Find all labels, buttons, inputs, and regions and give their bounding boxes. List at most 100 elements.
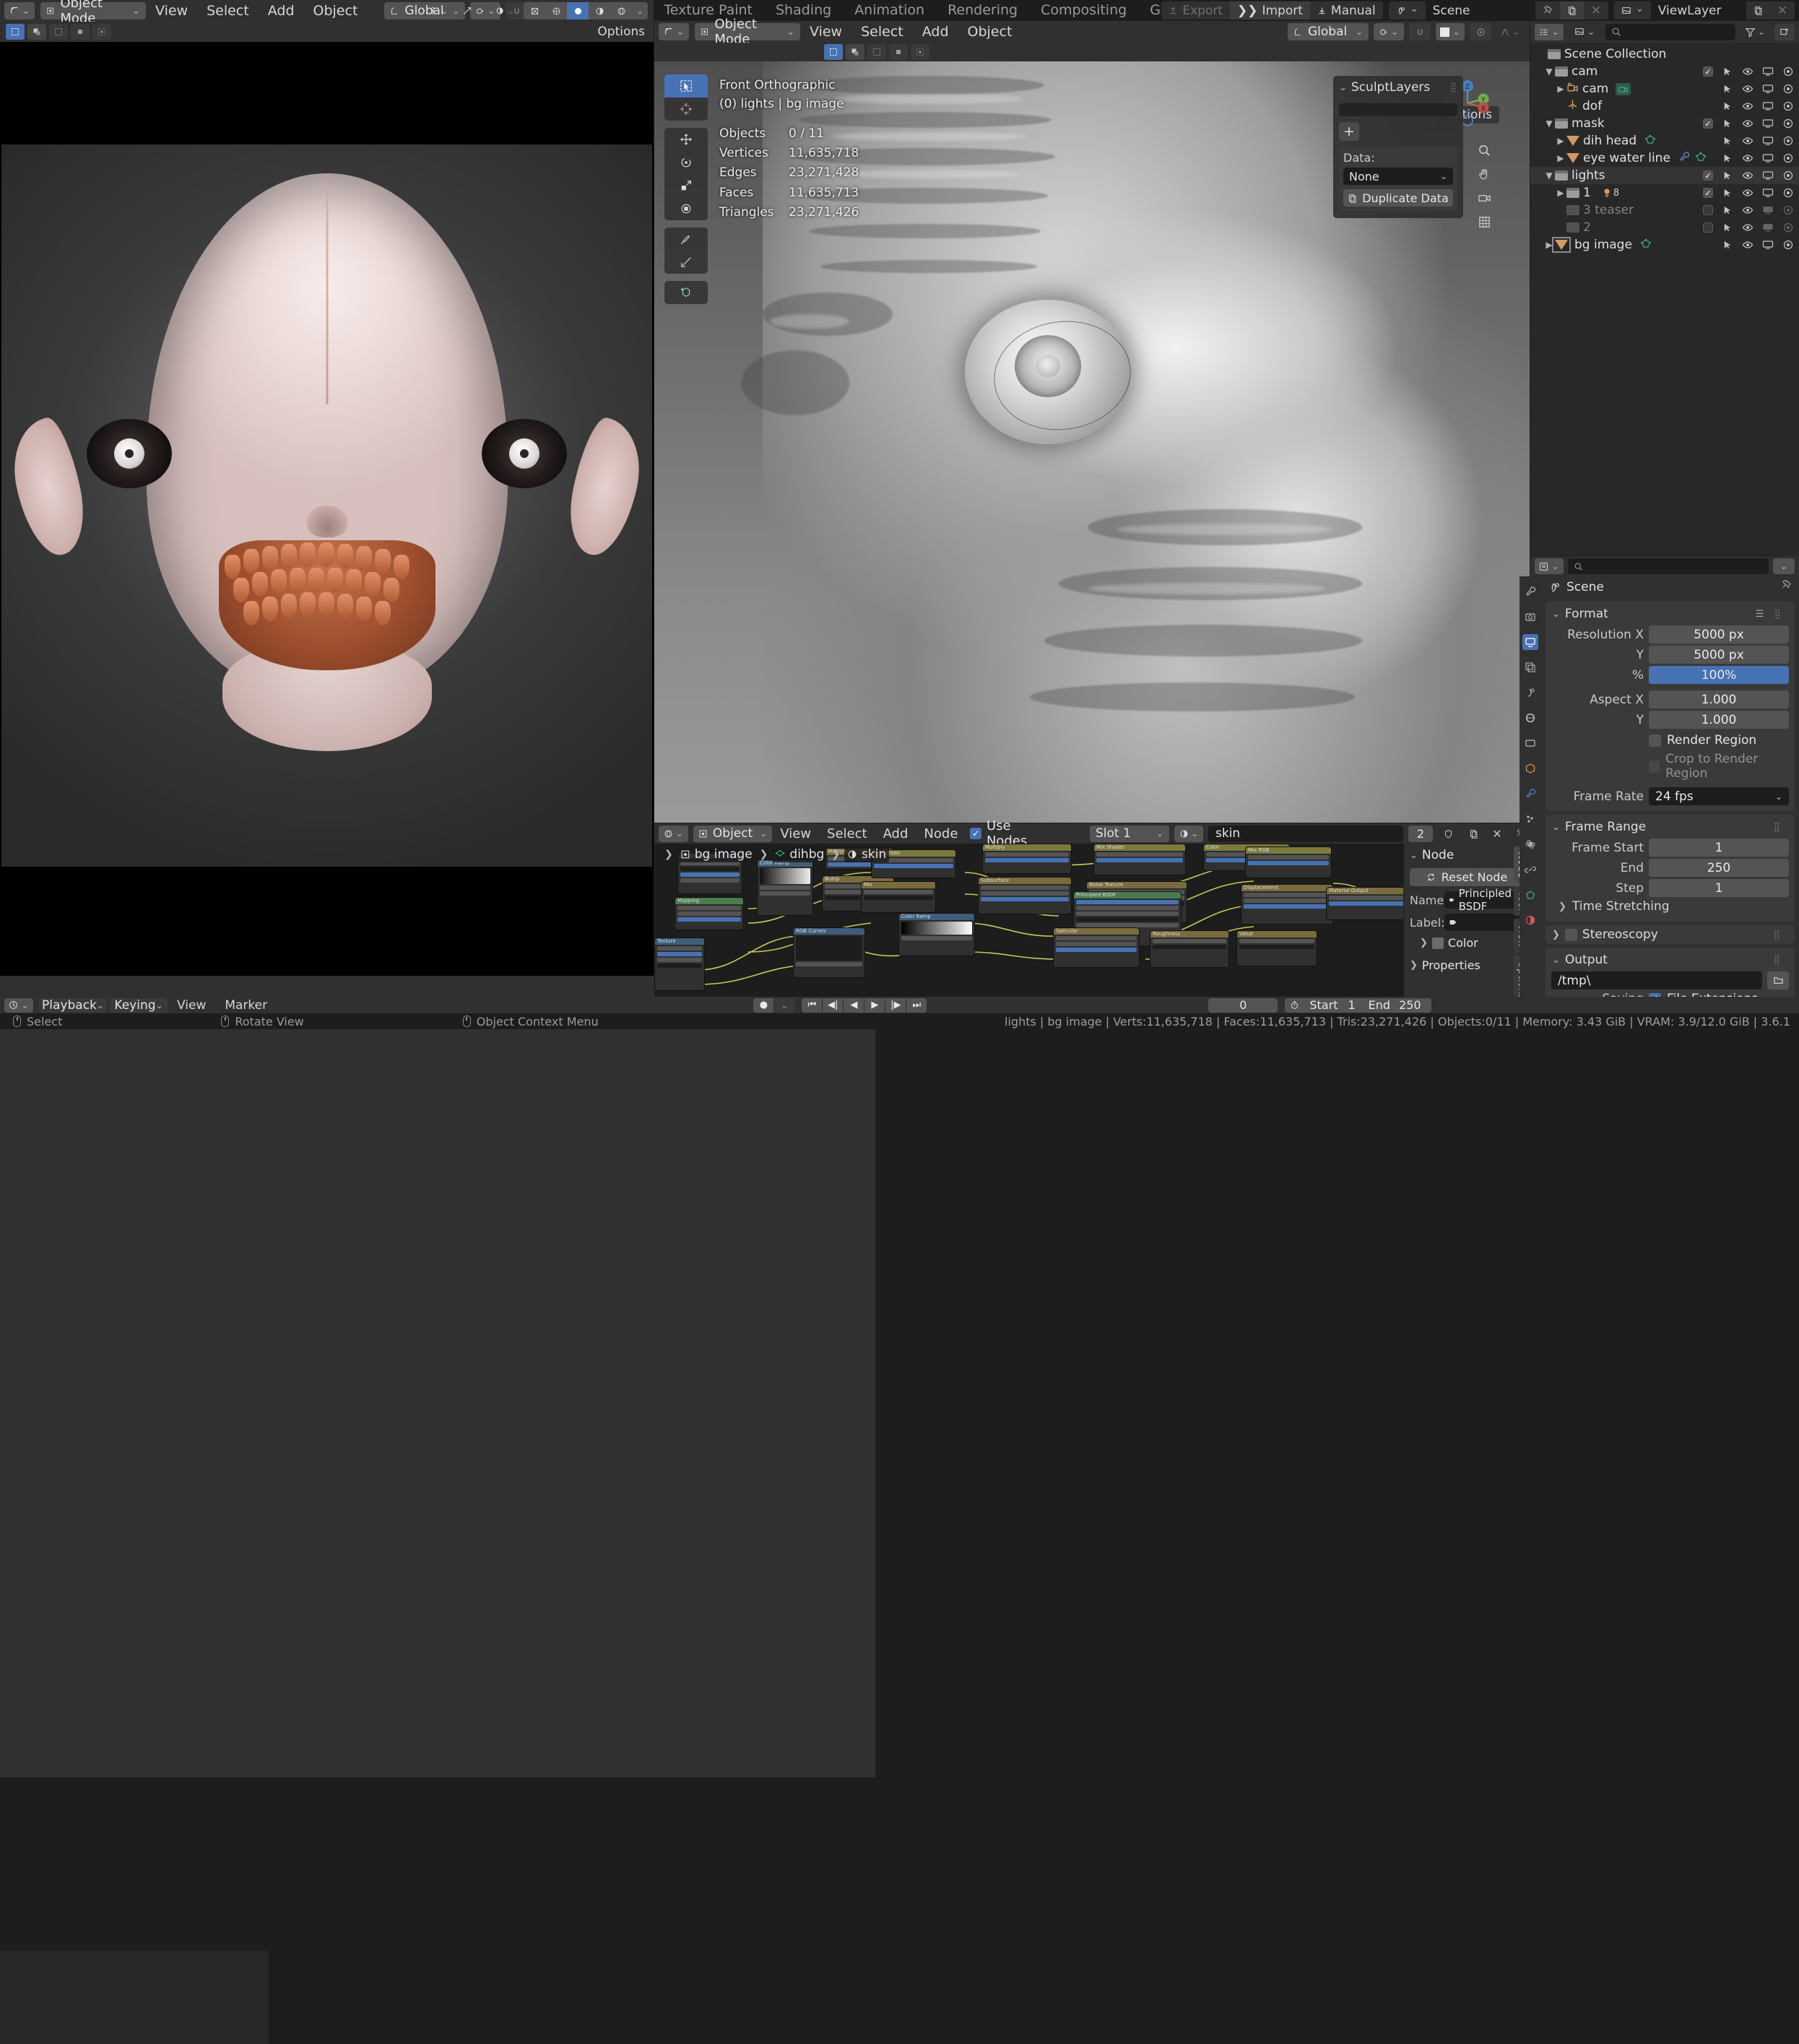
outliner-filter-icon[interactable]: ⌄ — [1740, 24, 1770, 40]
viewport-select-box-mode[interactable] — [824, 44, 843, 60]
checkbox-exclude[interactable]: ✓ — [1703, 170, 1713, 181]
shader-menu-add[interactable]: Add — [875, 826, 916, 841]
outliner-row-dih-head[interactable]: ▶ dih head — [1530, 132, 1799, 150]
frame-range-panel-title-row[interactable]: ⌄ Frame Range ⣿ — [1546, 818, 1795, 836]
viewport-select-subtract-mode[interactable] — [867, 44, 886, 60]
time-stretching-row[interactable]: ❯ Time Stretching — [1546, 897, 1795, 916]
viewport-pivot-selector[interactable]: ⌄ — [1374, 23, 1404, 40]
disable-in-viewport-icon[interactable] — [1761, 152, 1774, 165]
selectable-cursor-icon[interactable] — [1721, 135, 1733, 147]
hide-in-viewport-eye-icon[interactable] — [1741, 222, 1754, 234]
selectable-cursor-icon[interactable] — [1721, 152, 1733, 165]
properties-options-button[interactable]: ⌄ — [1773, 558, 1795, 574]
outliner-row-scene-collection[interactable]: Scene Collection — [1530, 46, 1799, 63]
start-frame-value[interactable]: 1 — [1348, 998, 1368, 1012]
pin-properties-icon[interactable] — [1781, 580, 1792, 594]
disable-in-viewport-icon[interactable] — [1761, 187, 1774, 199]
camera-view-icon[interactable] — [1476, 190, 1492, 206]
hide-in-viewport-eye-icon[interactable] — [1741, 187, 1754, 199]
shader-node[interactable]: Texture — [654, 937, 705, 991]
camera-data-icon[interactable] — [1616, 83, 1631, 95]
disable-in-viewport-icon[interactable] — [1761, 83, 1774, 95]
timeline-menu-view[interactable]: View — [168, 998, 215, 1013]
shading-wireframe[interactable] — [524, 2, 545, 20]
ptab-particles-icon[interactable] — [1522, 811, 1538, 827]
breadcrumb-material-name[interactable]: skin — [862, 847, 886, 862]
frame-end-value[interactable]: 250 — [1649, 859, 1789, 877]
viewport-editor-type-button[interactable]: ⌄ — [659, 23, 689, 40]
jump-to-next-keyframe-button[interactable]: |▶ — [885, 998, 906, 1013]
format-panel-title-row[interactable]: ⌄ Format ☰ ⣿ — [1546, 605, 1795, 623]
outliner-new-collection-icon[interactable] — [1774, 24, 1795, 40]
checkbox-exclude[interactable]: ✓ — [1703, 66, 1713, 77]
disable-in-renders-icon[interactable] — [1782, 222, 1794, 234]
reset-node-button[interactable]: Reset Node — [1410, 868, 1524, 886]
left-menu-add[interactable]: Add — [259, 3, 304, 19]
frame-rate-value-dropdown[interactable]: 24 fps ⌄ — [1649, 787, 1789, 805]
format-presets-icon[interactable]: ☰ — [1756, 609, 1764, 620]
disable-in-viewport-icon[interactable] — [1761, 222, 1774, 234]
tool-scale[interactable] — [664, 174, 708, 197]
selectable-cursor-icon[interactable] — [1721, 83, 1733, 95]
left-menu-select[interactable]: Select — [197, 3, 259, 19]
shader-node[interactable]: Material Output — [1326, 887, 1413, 920]
selectable-cursor-icon[interactable] — [1721, 170, 1733, 182]
new-material-icon[interactable] — [1463, 826, 1483, 842]
disable-in-renders-icon[interactable] — [1782, 135, 1794, 147]
shader-node[interactable]: Value — [1236, 930, 1317, 966]
object-mode-selector[interactable]: Object Mode ⌄ — [40, 2, 146, 20]
timeline-editor-type-button[interactable]: ⌄ — [4, 998, 33, 1013]
hide-in-viewport-eye-icon[interactable] — [1741, 170, 1754, 182]
selectable-cursor-icon[interactable] — [1721, 100, 1733, 113]
twisty-icon[interactable]: ▼ — [1543, 118, 1555, 129]
zoom-icon[interactable] — [1476, 142, 1492, 158]
shader-node[interactable]: Displacement — [1241, 884, 1333, 924]
material-slot-selector[interactable]: Slot 1 ⌄ — [1090, 826, 1169, 842]
disable-in-renders-icon[interactable] — [1782, 83, 1794, 95]
twisty-icon[interactable]: ▶ — [1555, 84, 1566, 94]
mesh-data-icon[interactable] — [1644, 134, 1656, 149]
disable-in-renders-icon[interactable] — [1782, 118, 1794, 130]
outliner-row-lights-collection[interactable]: ▼ lights ✓ — [1530, 167, 1799, 184]
ptab-material-icon[interactable] — [1522, 912, 1538, 928]
tool-transform[interactable] — [664, 197, 708, 220]
remove-viewlayer-icon[interactable]: ✕ — [1770, 1, 1795, 20]
add-sculpt-layer-button[interactable]: + — [1339, 122, 1359, 141]
use-nodes-checkbox[interactable]: ✓ — [970, 828, 981, 839]
ptab-viewlayer-icon[interactable] — [1522, 659, 1538, 675]
output-path-field[interactable]: /tmp\ — [1551, 971, 1762, 989]
file-extensions-row[interactable]: ✓ File Extensions — [1649, 992, 1789, 997]
outliner-row-cam-object[interactable]: ▶ cam — [1530, 80, 1799, 98]
checkbox-exclude[interactable]: ✓ — [1703, 188, 1713, 198]
left-options-button[interactable]: Options — [597, 25, 645, 39]
sculpt-layers-title-row[interactable]: ⌄ SculptLayers ⣿ — [1339, 80, 1457, 95]
ptab-render-icon[interactable] — [1522, 609, 1538, 625]
shader-node[interactable]: Specular — [1053, 927, 1140, 968]
jump-to-prev-keyframe-button[interactable]: ◀| — [823, 998, 843, 1013]
viewport-select-extend-mode[interactable] — [846, 44, 864, 60]
left-menu-object[interactable]: Object — [304, 3, 368, 19]
viewport-orientation-selector[interactable]: Global ⌄ — [1288, 23, 1369, 40]
select-subtract-mode[interactable] — [49, 24, 68, 40]
scene-name-field[interactable]: Scene — [1426, 1, 1535, 20]
ptab-collection-icon[interactable] — [1522, 735, 1538, 751]
outliner-row-lights-1[interactable]: ▶ 1 8 ✓ — [1530, 184, 1799, 202]
select-difference-mode[interactable] — [92, 24, 111, 40]
resolution-percent-value[interactable]: 100% — [1649, 666, 1789, 684]
shading-dropdown[interactable]: ⌄ — [632, 2, 648, 20]
node-color-row[interactable]: ❯ Color ☰ — [1420, 936, 1524, 950]
current-frame-field[interactable]: 0 — [1208, 998, 1278, 1013]
tab-compositing[interactable]: Compositing — [1029, 0, 1138, 21]
viewport-snap-toggle[interactable] — [1409, 23, 1431, 40]
timeline-menu-marker[interactable]: Marker — [215, 998, 277, 1013]
keying-menu[interactable]: Keying ⌄ — [110, 998, 168, 1013]
tool-tweak-select-box[interactable] — [664, 74, 708, 98]
jump-to-start-button[interactable]: ⏮ — [802, 998, 822, 1013]
checkbox-exclude[interactable]: ✓ — [1703, 205, 1713, 215]
shader-node[interactable]: Color Ramp — [898, 913, 975, 956]
render-region-row[interactable]: Render Region — [1649, 733, 1789, 748]
hide-in-viewport-eye-icon[interactable] — [1741, 152, 1754, 165]
viewlayer-browse-icon[interactable]: ⌄ — [1614, 1, 1651, 20]
disable-in-viewport-icon[interactable] — [1761, 170, 1774, 182]
selectable-cursor-icon[interactable] — [1721, 239, 1733, 251]
